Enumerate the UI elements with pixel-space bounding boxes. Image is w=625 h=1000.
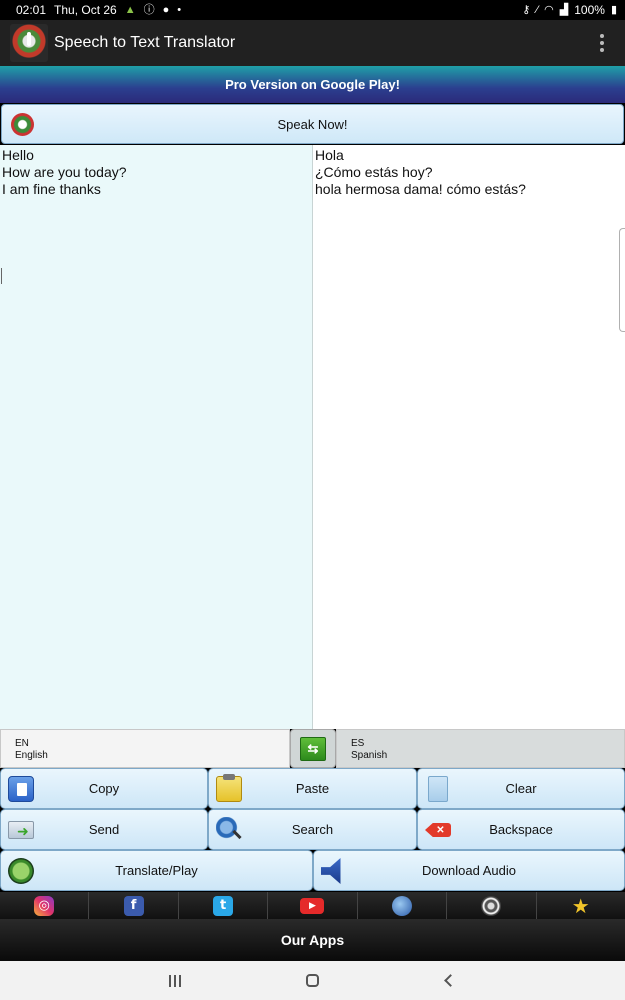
- source-language-code: EN: [15, 738, 29, 749]
- recent-apps-button[interactable]: [106, 974, 244, 987]
- date: Thu, Oct 26: [54, 3, 117, 17]
- info-icon: ⓘ: [143, 3, 155, 16]
- backspace-button[interactable]: ✕ Backspace: [417, 809, 625, 850]
- youtube-button[interactable]: ▶: [268, 892, 358, 919]
- download-audio-button[interactable]: Download Audio: [313, 850, 625, 891]
- mic-logo-icon: [10, 24, 48, 62]
- wheel-icon: [481, 895, 502, 916]
- home-icon: [306, 974, 319, 987]
- our-apps-button[interactable]: Our Apps: [0, 919, 625, 961]
- overflow-menu-icon[interactable]: [599, 34, 605, 52]
- app-bar: Speech to Text Translator: [0, 20, 625, 66]
- app-title: Speech to Text Translator: [54, 34, 236, 51]
- signal-icon: ▟: [559, 3, 569, 16]
- target-language-name: Spanish: [351, 750, 388, 761]
- search-icon: [216, 817, 242, 843]
- language-row: EN English ⇆ ES Spanish: [0, 729, 625, 768]
- back-button[interactable]: [382, 974, 520, 987]
- backspace-icon: ✕: [425, 823, 451, 837]
- clock: 02:01: [16, 3, 47, 17]
- globe-icon: [391, 895, 412, 916]
- clear-icon: [428, 776, 448, 802]
- source-language-name: English: [15, 750, 48, 761]
- bulb-icon: ●: [162, 3, 170, 16]
- download-audio-label: Download Audio: [422, 863, 516, 878]
- source-language-selector[interactable]: EN English: [0, 729, 290, 768]
- back-icon: [444, 974, 457, 987]
- edge-panel-handle[interactable]: [619, 228, 625, 332]
- speak-now-label: Speak Now!: [277, 116, 348, 132]
- youtube-icon: ▶: [300, 897, 325, 914]
- paste-icon: [216, 774, 242, 802]
- vpn-key-icon: ⚷: [522, 3, 531, 16]
- android-icon: ▲: [124, 3, 136, 16]
- translate-play-label: Translate/Play: [115, 863, 198, 878]
- rate-button[interactable]: ★: [537, 892, 625, 919]
- system-nav-bar: [0, 961, 625, 1000]
- search-label: Search: [291, 822, 334, 837]
- copy-button[interactable]: Copy: [0, 768, 208, 809]
- social-bar: ◎ f t ▶ ★: [0, 892, 625, 919]
- twitter-button[interactable]: t: [179, 892, 269, 919]
- send-label: Send: [88, 822, 120, 837]
- copy-label: Copy: [88, 781, 120, 796]
- status-bar: 02:01 Thu, Oct 26 ▲ ⓘ ● • ⚷ ⁄ ◠ ▟ 100% ▮: [0, 0, 625, 20]
- facebook-button[interactable]: f: [89, 892, 179, 919]
- text-caret: [1, 268, 2, 284]
- speak-now-button[interactable]: Speak Now!: [1, 104, 624, 144]
- send-icon: [8, 821, 34, 840]
- dot-icon: •: [177, 3, 182, 16]
- home-button[interactable]: [244, 974, 382, 987]
- backspace-label: Backspace: [489, 822, 553, 837]
- target-language-code: ES: [351, 738, 365, 749]
- clear-button[interactable]: Clear: [417, 768, 625, 809]
- mute-icon: ⁄: [536, 3, 539, 16]
- paste-label: Paste: [295, 781, 330, 796]
- instagram-icon: ◎: [34, 895, 55, 916]
- swap-icon: ⇆: [300, 736, 326, 761]
- search-button[interactable]: Search: [208, 809, 417, 850]
- pro-version-banner[interactable]: Pro Version on Google Play!: [0, 66, 625, 103]
- send-button[interactable]: Send: [0, 809, 208, 850]
- twitter-icon: t: [213, 895, 234, 916]
- source-text-area[interactable]: Hello How are you today? I am fine thank…: [0, 145, 313, 729]
- website-button[interactable]: [358, 892, 448, 919]
- facebook-icon: f: [123, 895, 144, 916]
- speaker-icon: [8, 858, 34, 884]
- swap-languages-button[interactable]: ⇆: [290, 729, 336, 768]
- download-audio-icon: [321, 858, 341, 884]
- clear-label: Clear: [505, 781, 537, 796]
- wifi-icon: ◠: [544, 3, 554, 16]
- star-icon: ★: [571, 893, 590, 918]
- instagram-button[interactable]: ◎: [0, 892, 90, 919]
- battery-level: 100%: [574, 3, 605, 17]
- battery-icon: ▮: [610, 3, 617, 16]
- mic-icon: [11, 113, 34, 136]
- target-language-selector[interactable]: ES Spanish: [336, 729, 625, 768]
- settings-button[interactable]: [447, 892, 537, 919]
- copy-icon: [8, 776, 34, 802]
- translate-play-button[interactable]: Translate/Play: [0, 850, 313, 891]
- paste-button[interactable]: Paste: [208, 768, 417, 809]
- translated-text-area[interactable]: Hola ¿Cómo estás hoy? hola hermosa dama!…: [313, 145, 625, 729]
- recent-apps-icon: [168, 974, 181, 987]
